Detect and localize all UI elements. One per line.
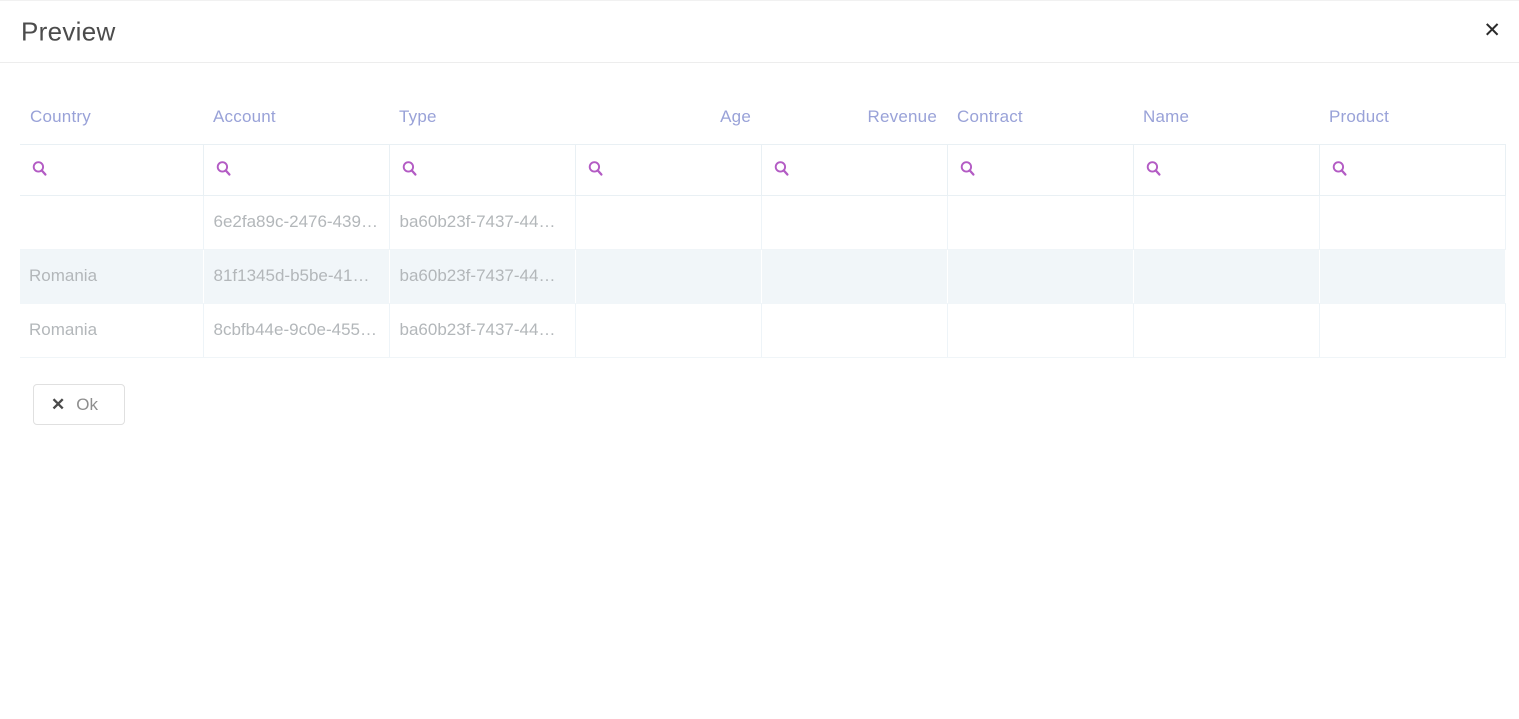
filter-cell-country[interactable] [20, 144, 203, 195]
close-button[interactable]: ✕ [1479, 18, 1505, 43]
cell-product [1319, 249, 1505, 303]
cell-country: Romania [20, 303, 203, 357]
cell-age [575, 195, 761, 249]
search-icon [959, 160, 977, 178]
cell-contract [947, 195, 1133, 249]
column-header-country[interactable]: Country [20, 91, 203, 144]
dialog-titlebar: Preview ✕ [0, 1, 1519, 63]
column-header-age[interactable]: Age [575, 91, 761, 144]
cell-product [1319, 303, 1505, 357]
grid-header-row: Country Account Type Age Revenue Contrac… [20, 91, 1505, 144]
cell-age [575, 249, 761, 303]
filter-cell-contract[interactable] [947, 144, 1133, 195]
search-icon [31, 160, 49, 178]
preview-data-grid: Country Account Type Age Revenue Contrac… [20, 91, 1506, 358]
cell-type: ba60b23f-7437-44ee... [389, 303, 575, 357]
filter-cell-product[interactable] [1319, 144, 1505, 195]
search-icon [1331, 160, 1349, 178]
filter-cell-revenue[interactable] [761, 144, 947, 195]
table-row[interactable]: Romania 8cbfb44e-9c0e-4552... ba60b23f-7… [20, 303, 1505, 357]
cell-revenue [761, 249, 947, 303]
cell-contract [947, 249, 1133, 303]
cell-type: ba60b23f-7437-44ee... [389, 249, 575, 303]
column-header-product[interactable]: Product [1319, 91, 1505, 144]
cell-contract [947, 303, 1133, 357]
cell-product [1319, 195, 1505, 249]
cell-revenue [761, 195, 947, 249]
table-row[interactable]: 6e2fa89c-2476-4396... ba60b23f-7437-44ee… [20, 195, 1505, 249]
column-header-account[interactable]: Account [203, 91, 389, 144]
cell-revenue [761, 303, 947, 357]
dialog-title: Preview [21, 16, 116, 47]
grid-filter-row [20, 144, 1505, 195]
column-header-type[interactable]: Type [389, 91, 575, 144]
cell-account: 8cbfb44e-9c0e-4552... [203, 303, 389, 357]
filter-cell-type[interactable] [389, 144, 575, 195]
filter-cell-name[interactable] [1133, 144, 1319, 195]
cell-name [1133, 303, 1319, 357]
search-icon [215, 160, 233, 178]
cell-age [575, 303, 761, 357]
search-icon [587, 160, 605, 178]
ok-button[interactable]: ✕ Ok [33, 384, 125, 425]
column-header-name[interactable]: Name [1133, 91, 1319, 144]
filter-cell-age[interactable] [575, 144, 761, 195]
cell-account: 81f1345d-b5be-4187... [203, 249, 389, 303]
search-icon [401, 160, 419, 178]
cell-country: Romania [20, 249, 203, 303]
preview-dialog: Preview ✕ Country Account Type Age Reven… [0, 1, 1519, 425]
filter-cell-account[interactable] [203, 144, 389, 195]
column-header-contract[interactable]: Contract [947, 91, 1133, 144]
table-row[interactable]: Romania 81f1345d-b5be-4187... ba60b23f-7… [20, 249, 1505, 303]
cell-name [1133, 249, 1319, 303]
ok-button-label: Ok [76, 396, 98, 413]
cell-country [20, 195, 203, 249]
column-header-revenue[interactable]: Revenue [761, 91, 947, 144]
cell-account: 6e2fa89c-2476-4396... [203, 195, 389, 249]
clear-x-icon: ✕ [51, 396, 65, 413]
search-icon [1145, 160, 1163, 178]
search-icon [773, 160, 791, 178]
cell-name [1133, 195, 1319, 249]
close-icon: ✕ [1483, 19, 1501, 42]
cell-type: ba60b23f-7437-44ee... [389, 195, 575, 249]
